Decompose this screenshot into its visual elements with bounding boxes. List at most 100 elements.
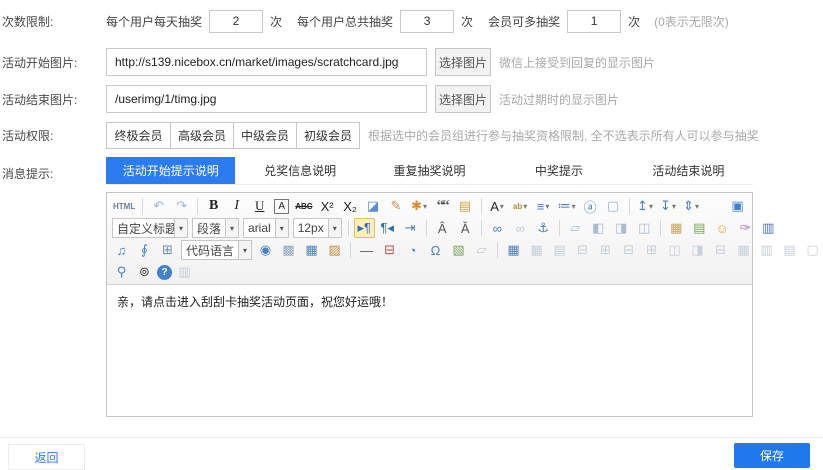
superscript-button[interactable]: X² bbox=[317, 196, 338, 216]
insert-frame-icon[interactable]: ⊞ bbox=[157, 240, 178, 260]
tab-winning-tip[interactable]: 中奖提示 bbox=[494, 157, 623, 184]
unlink-icon[interactable]: ∞ bbox=[510, 218, 531, 238]
word-image-icon[interactable]: ▧ bbox=[448, 240, 469, 260]
image-left-align-icon[interactable]: ◧ bbox=[588, 218, 609, 238]
permission-option-middle-member[interactable]: 中级会员 bbox=[233, 123, 296, 148]
insert-col-icon[interactable]: ⊞ bbox=[595, 240, 616, 260]
rtl-direction-icon[interactable]: ¶◂ bbox=[377, 218, 398, 238]
insert-image-icon[interactable]: ▦ bbox=[666, 218, 687, 238]
daily-draw-count-input[interactable] bbox=[209, 10, 263, 33]
custom-style-select[interactable]: 自定义标题▾ bbox=[112, 218, 188, 238]
end-image-pick-button[interactable]: 选择图片 bbox=[435, 85, 491, 113]
clear-doc-icon[interactable]: ▢ bbox=[603, 196, 624, 216]
start-image-pick-button[interactable]: 选择图片 bbox=[435, 48, 491, 76]
end-image-url-input[interactable] bbox=[106, 85, 427, 113]
scrawl-icon[interactable]: ✑ bbox=[735, 218, 756, 238]
remove-format-icon[interactable]: ◪ bbox=[363, 196, 384, 216]
member-extra-draw-count-input[interactable] bbox=[567, 10, 621, 33]
google-map-icon[interactable]: ▨ bbox=[324, 240, 345, 260]
find-replace-icon[interactable]: ⊚ bbox=[134, 262, 155, 282]
delete-col-icon[interactable]: ⊞ bbox=[641, 240, 662, 260]
clipboard-icon[interactable]: ▥ bbox=[174, 262, 195, 282]
emotion-icon[interactable]: ☺ bbox=[712, 218, 733, 238]
help-icon[interactable]: ? bbox=[157, 265, 172, 280]
total-draw-count-input[interactable] bbox=[400, 10, 454, 33]
editor-content-area[interactable]: 亲，请点击进入刮刮卡抽奖活动页面，祝您好运哦！ bbox=[107, 285, 752, 416]
code-language-select[interactable]: 代码语言▾ bbox=[181, 240, 252, 260]
save-button[interactable]: 保存 bbox=[734, 443, 810, 468]
permission-option-ultimate-member[interactable]: 终极会员 bbox=[107, 123, 170, 148]
bold-button[interactable]: B bbox=[203, 196, 224, 216]
attachment-icon[interactable]: ∮ bbox=[134, 240, 155, 260]
back-button[interactable]: 返回 bbox=[8, 444, 85, 470]
highlight-color-button[interactable]: ab▾ bbox=[510, 196, 531, 216]
split-cols-icon[interactable]: ▤ bbox=[779, 240, 800, 260]
split-cells-icon[interactable]: ▦ bbox=[733, 240, 754, 260]
unordered-list-button[interactable]: ≔▾ bbox=[556, 196, 578, 216]
strikethrough-button[interactable]: ABC bbox=[293, 196, 314, 216]
undo-icon[interactable]: ↶ bbox=[148, 196, 169, 216]
line-height-button[interactable]: ⇕▾ bbox=[681, 196, 702, 216]
anchor-icon[interactable]: ⚓ bbox=[533, 218, 554, 238]
delete-table-icon[interactable]: ▦ bbox=[526, 240, 547, 260]
paragraph-spacing-top-button[interactable]: ↥▾ bbox=[635, 196, 656, 216]
font-size-select[interactable]: 12px▾ bbox=[293, 218, 342, 238]
toolbar-separator bbox=[350, 242, 351, 258]
table-title-icon[interactable]: ▤ bbox=[549, 240, 570, 260]
paragraph-select[interactable]: 段落▾ bbox=[192, 218, 239, 238]
upload-image-icon[interactable]: ▤ bbox=[689, 218, 710, 238]
special-chars-icon[interactable]: Ω bbox=[425, 240, 446, 260]
edit-table-icon[interactable]: ▦ bbox=[301, 240, 322, 260]
insert-table-icon[interactable]: ▦ bbox=[503, 240, 524, 260]
ordered-list-button[interactable]: ≡▾ bbox=[533, 196, 554, 216]
font-border-button[interactable]: A bbox=[274, 199, 289, 214]
tab-activity-end[interactable]: 活动结束说明 bbox=[624, 157, 753, 184]
source-code-button[interactable]: HTML bbox=[111, 196, 137, 216]
music-icon[interactable]: ♫ bbox=[111, 240, 132, 260]
map-icon[interactable]: ▩ bbox=[278, 240, 299, 260]
indent-icon[interactable]: ⇥ bbox=[400, 218, 421, 238]
image-right-align-icon[interactable]: ◨ bbox=[611, 218, 632, 238]
image-default-align-icon[interactable]: ▱ bbox=[565, 218, 586, 238]
insert-code-icon[interactable]: ◉ bbox=[255, 240, 276, 260]
fullscreen-icon[interactable]: ▣ bbox=[727, 196, 748, 216]
underline-button[interactable]: U bbox=[249, 196, 270, 216]
tab-redeem-info[interactable]: 兑奖信息说明 bbox=[235, 157, 364, 184]
screenshot-icon[interactable]: ▱ bbox=[471, 240, 492, 260]
link-icon[interactable]: ∞ bbox=[487, 218, 508, 238]
start-image-url-input[interactable] bbox=[106, 48, 427, 76]
split-rows-icon[interactable]: ▥ bbox=[756, 240, 777, 260]
format-painter-icon[interactable]: ✎ bbox=[386, 196, 407, 216]
italic-button[interactable]: I bbox=[226, 196, 247, 216]
ltr-direction-icon[interactable]: ▸¶ bbox=[354, 218, 375, 238]
tab-repeat-draw[interactable]: 重复抽奖说明 bbox=[365, 157, 494, 184]
paste-plain-icon[interactable]: ▤ bbox=[455, 196, 476, 216]
blank-page-icon[interactable]: ▢ bbox=[802, 240, 823, 260]
tab-activity-start-tip[interactable]: 活动开始提示说明 bbox=[106, 157, 235, 184]
preview-icon[interactable]: ⚲ bbox=[111, 262, 132, 282]
insert-row-icon[interactable]: ⊟ bbox=[572, 240, 593, 260]
message-row: 消息提示: 活动开始提示说明兑奖信息说明重复抽奖说明中奖提示活动结束说明 HTM… bbox=[0, 157, 823, 417]
subscript-button[interactable]: X₂ bbox=[340, 196, 361, 216]
redo-icon[interactable]: ↷ bbox=[171, 196, 192, 216]
merge-right-icon[interactable]: ◨ bbox=[687, 240, 708, 260]
merge-cells-icon[interactable]: ◫ bbox=[664, 240, 685, 260]
insert-date-icon[interactable]: ⊟ bbox=[379, 240, 400, 260]
insert-video-icon[interactable]: ▥ bbox=[758, 218, 779, 238]
permission-option-junior-member[interactable]: 初级会员 bbox=[296, 123, 359, 148]
blockquote-icon[interactable]: ““ bbox=[432, 196, 453, 216]
permission-option-senior-member[interactable]: 高级会员 bbox=[170, 123, 233, 148]
delete-row-icon[interactable]: ⊟ bbox=[618, 240, 639, 260]
uppercase-icon[interactable]: Â bbox=[432, 218, 453, 238]
merge-down-icon[interactable]: ⊟ bbox=[710, 240, 731, 260]
font-color-button[interactable]: A▾ bbox=[487, 196, 508, 216]
auto-typeset-icon[interactable]: ✱▾ bbox=[409, 196, 430, 216]
insert-time-icon[interactable]: ◔ bbox=[402, 240, 423, 260]
image-center-align-icon[interactable]: ◫ bbox=[634, 218, 655, 238]
paragraph-spacing-bottom-button[interactable]: ↧▾ bbox=[658, 196, 679, 216]
horizontal-rule-icon[interactable]: — bbox=[356, 240, 377, 260]
font-family-select[interactable]: arial▾ bbox=[243, 218, 289, 238]
lowercase-icon[interactable]: Ǎ bbox=[455, 218, 476, 238]
custom-style-select-value: 自定义标题 bbox=[113, 219, 174, 237]
select-all-icon[interactable]: ⓐ bbox=[580, 196, 601, 216]
